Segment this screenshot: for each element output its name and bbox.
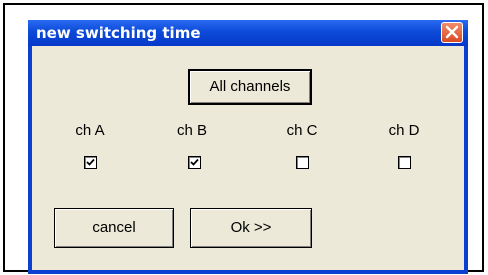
dialog-window: new switching time All channels ch A ch …	[28, 20, 468, 274]
close-button[interactable]	[441, 22, 463, 43]
channel-b-label: ch B	[176, 122, 207, 139]
channel-d-checkbox[interactable]	[398, 156, 411, 169]
ok-button[interactable]: Ok >>	[190, 208, 312, 248]
channel-c-label: ch C	[286, 122, 318, 139]
checkmark-icon	[190, 158, 199, 166]
all-channels-button[interactable]: All channels	[189, 70, 311, 104]
dialog-body: All channels ch A ch B ch C ch D cancel …	[32, 46, 464, 270]
channel-a-checkbox[interactable]	[84, 156, 97, 169]
checkmark-icon	[86, 158, 95, 166]
channel-d-label: ch D	[388, 122, 420, 139]
close-icon	[445, 25, 459, 39]
dialog-title: new switching time	[36, 24, 201, 42]
channel-c-checkbox[interactable]	[296, 156, 309, 169]
title-bar[interactable]: new switching time	[28, 20, 468, 46]
channel-a-label: ch A	[75, 122, 105, 139]
channel-b-checkbox[interactable]	[188, 156, 201, 169]
cancel-button[interactable]: cancel	[54, 208, 174, 248]
